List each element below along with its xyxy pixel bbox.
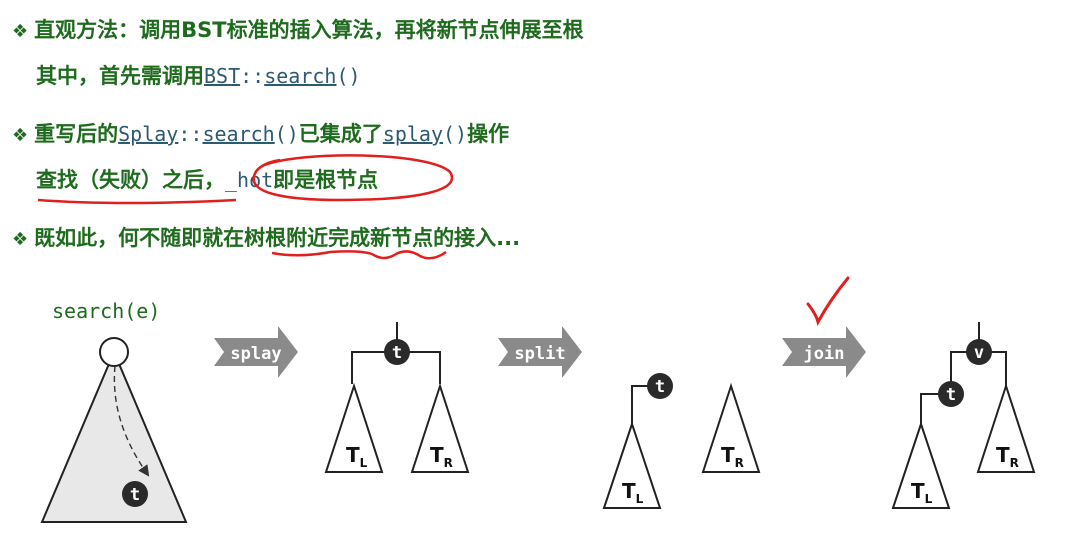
node-t-label: t — [655, 377, 665, 397]
node-t-label: t — [392, 343, 402, 363]
search-label: search(e) — [52, 299, 160, 323]
wavy-underline-annotation — [271, 250, 447, 260]
join-arrow-label: join — [804, 344, 845, 364]
node-t-label: t — [130, 485, 140, 505]
node-v-label: v — [974, 343, 984, 363]
split-arrow-label: split — [514, 344, 565, 364]
circle-annotation — [252, 154, 454, 202]
root-node-empty — [99, 337, 129, 367]
checkmark-annotation — [806, 276, 850, 327]
splay-insert-diagram: search(e) t splay t TL TR split t TL TR … — [37, 154, 1036, 523]
underline-annotation — [37, 198, 237, 205]
splay-arrow-label: splay — [230, 344, 281, 364]
node-t-label: t — [946, 385, 956, 405]
